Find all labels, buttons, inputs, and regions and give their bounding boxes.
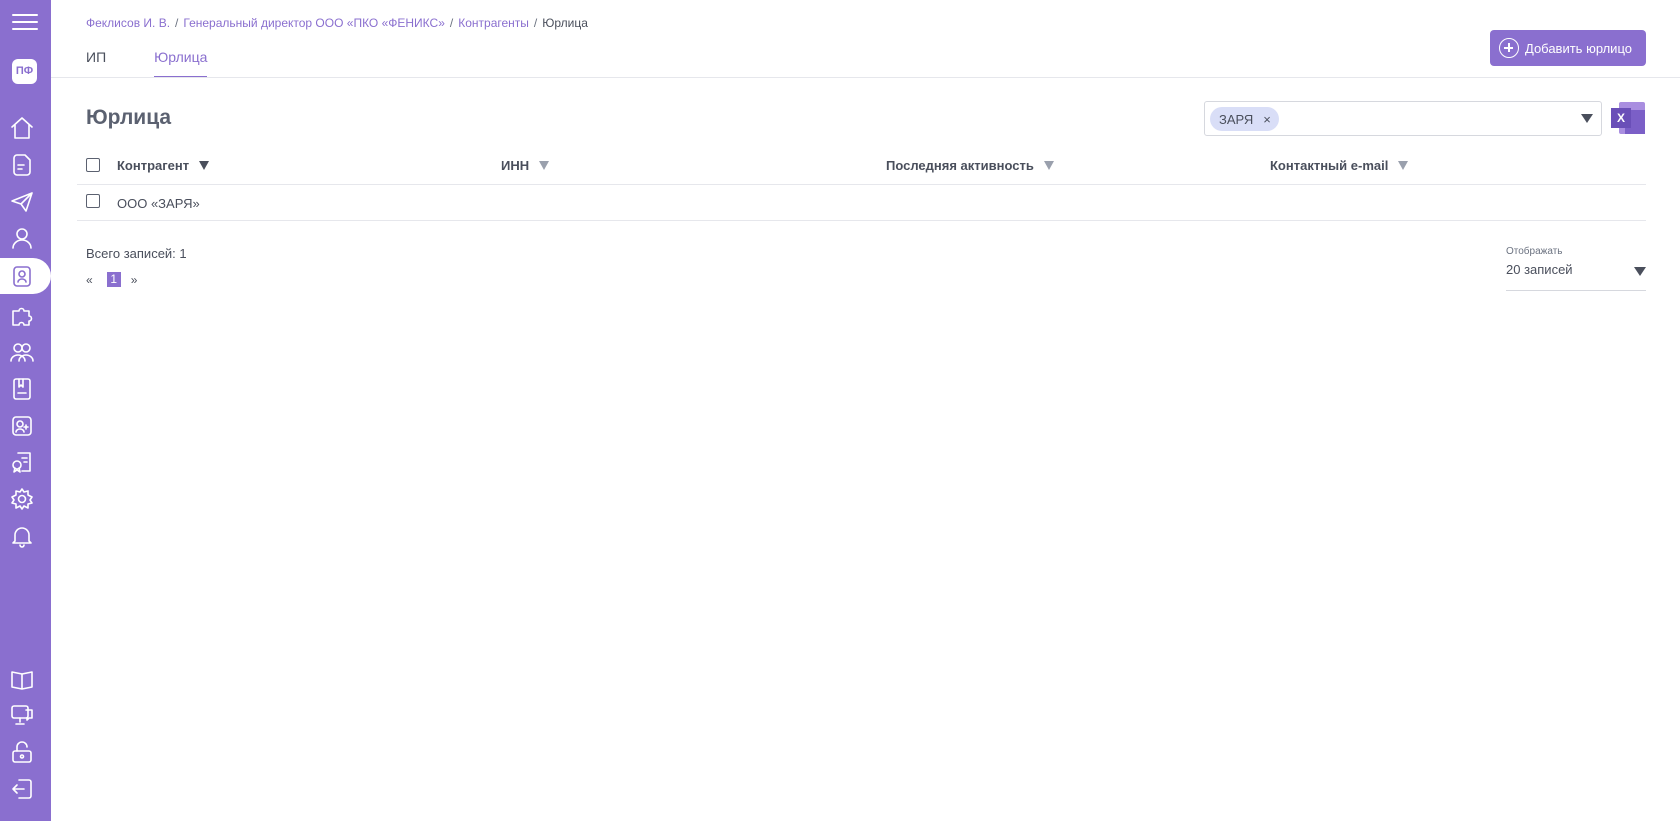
excel-export-button[interactable]: X — [1611, 102, 1645, 134]
filter-chip-label: ЗАРЯ — [1219, 111, 1254, 127]
legal-entities-table: Контрагент ИНН Последняя активность Конт… — [77, 149, 1646, 221]
column-header-label: Контрагент — [117, 158, 190, 173]
group-icon[interactable] — [9, 339, 35, 365]
column-header-inn[interactable]: ИНН — [501, 158, 550, 173]
breadcrumb-separator: / — [533, 16, 538, 30]
chevron-down-icon — [1634, 267, 1646, 276]
journal-icon[interactable] — [9, 376, 35, 402]
monitor-chat-icon[interactable] — [9, 702, 35, 728]
excel-icon: X — [1611, 108, 1631, 128]
pagination-prev[interactable]: « — [86, 273, 93, 287]
logout-icon[interactable] — [9, 776, 35, 802]
column-header-contractor[interactable]: Контрагент — [117, 158, 210, 173]
tab-ip[interactable]: ИП — [86, 49, 106, 78]
filter-select[interactable]: ЗАРЯ × — [1204, 101, 1602, 136]
filter-chip: ЗАРЯ × — [1210, 107, 1279, 131]
book-icon[interactable] — [9, 666, 35, 692]
tab-legal-entities[interactable]: Юрлица — [154, 49, 208, 78]
breadcrumb-separator: / — [175, 16, 179, 30]
column-header-email[interactable]: Контактный e-mail — [1270, 158, 1409, 173]
unlock-icon[interactable] — [9, 739, 35, 765]
page-title: Юрлица — [86, 106, 172, 129]
column-header-label: Контактный e-mail — [1270, 158, 1389, 173]
bell-icon[interactable] — [9, 523, 35, 549]
company-logo[interactable]: ПФ — [12, 59, 37, 84]
column-header-last-activity[interactable]: Последняя активность — [886, 158, 1054, 173]
user-add-icon[interactable] — [9, 413, 35, 439]
close-icon[interactable]: × — [1263, 112, 1271, 127]
sort-icon — [199, 161, 210, 170]
breadcrumb-link-position[interactable]: Генеральный директор ООО «ПКО «ФЕНИКС» — [183, 16, 445, 30]
sidebar: ПФ — [0, 0, 51, 821]
breadcrumb-separator: / — [449, 16, 454, 30]
table-header: Контрагент ИНН Последняя активность Конт… — [77, 149, 1646, 185]
home-icon[interactable] — [9, 115, 35, 141]
column-header-label: ИНН — [501, 158, 530, 173]
per-page-value: 20 записей — [1506, 262, 1573, 277]
breadcrumb-link-user[interactable]: Феклисов И. В. — [86, 16, 170, 30]
menu-icon[interactable] — [12, 14, 38, 30]
add-legal-entity-button[interactable]: Добавить юрлицо — [1490, 30, 1646, 66]
header-divider — [51, 77, 1680, 78]
sort-icon — [1043, 161, 1054, 170]
sidebar-item-contractors[interactable] — [0, 258, 51, 294]
table-row[interactable]: ООО «ЗАРЯ» — [77, 185, 1646, 221]
cell-contractor-name[interactable]: ООО «ЗАРЯ» — [117, 196, 200, 211]
sort-icon — [539, 161, 550, 170]
plus-circle-icon — [1499, 38, 1519, 58]
per-page-label: Отображать — [1506, 246, 1563, 257]
breadcrumb: Феклисов И. В. / Генеральный директор ООО … — [86, 16, 588, 30]
certificate-icon[interactable] — [9, 449, 35, 475]
pagination-next[interactable]: » — [131, 273, 138, 287]
pagination: « 1 » — [86, 272, 137, 287]
add-legal-entity-label: Добавить юрлицо — [1525, 40, 1632, 56]
puzzle-icon[interactable] — [9, 302, 35, 328]
select-all-checkbox[interactable] — [86, 158, 100, 172]
user-icon[interactable] — [9, 225, 35, 251]
breadcrumb-current: Юрлица — [542, 16, 588, 30]
document-icon[interactable] — [9, 152, 35, 178]
total-records: Всего записей: 1 — [86, 246, 187, 261]
send-icon[interactable] — [9, 189, 35, 215]
per-page-select[interactable]: Отображать 20 записей — [1506, 246, 1646, 291]
chevron-down-icon[interactable] — [1581, 114, 1593, 123]
contractor-badge-icon — [9, 263, 35, 289]
tabs: ИП Юрлица — [86, 49, 255, 78]
pagination-page[interactable]: 1 — [106, 272, 121, 287]
gear-icon[interactable] — [9, 486, 35, 512]
row-checkbox[interactable] — [86, 194, 100, 208]
sort-icon — [1398, 161, 1409, 170]
breadcrumb-link-contractors[interactable]: Контрагенты — [458, 16, 529, 30]
column-header-label: Последняя активность — [886, 158, 1034, 173]
